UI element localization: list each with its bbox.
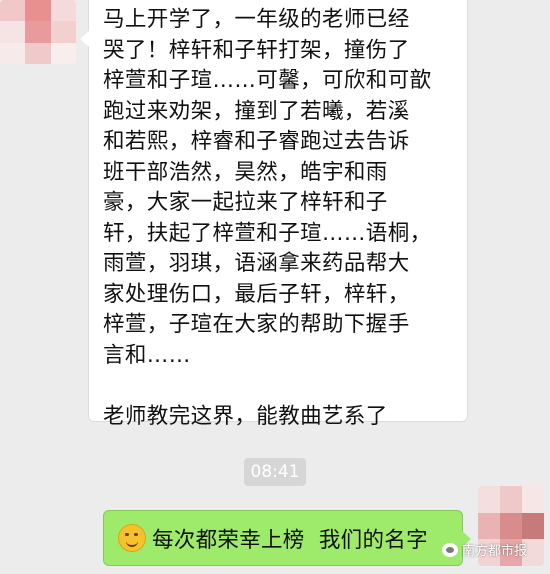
incoming-message-text: 马上开学了，一年级的老师已经 哭了！梓轩和子轩打架，撞伤了 梓萱和子瑄……可馨，…	[103, 7, 432, 429]
outgoing-message-text: 每次都荣幸上榜 我们的名字	[152, 527, 428, 553]
wechat-icon	[442, 542, 458, 557]
watermark-text: 南方都市报	[462, 544, 528, 559]
incoming-message-bubble[interactable]: 马上开学了，一年级的老师已经 哭了！梓轩和子轩打架，撞伤了 梓萱和子瑄……可馨，…	[80, 0, 468, 429]
timestamp: 08:41	[244, 458, 306, 486]
outgoing-message-bubble[interactable]: 每次都荣幸上榜 我们的名字	[103, 510, 471, 566]
sender-avatar[interactable]	[0, 0, 76, 64]
face-with-hand-over-mouth-icon	[118, 524, 146, 552]
bubble-tail	[80, 31, 89, 47]
watermark: 南方都市报	[442, 540, 527, 559]
avatar-mosaic	[0, 0, 76, 64]
